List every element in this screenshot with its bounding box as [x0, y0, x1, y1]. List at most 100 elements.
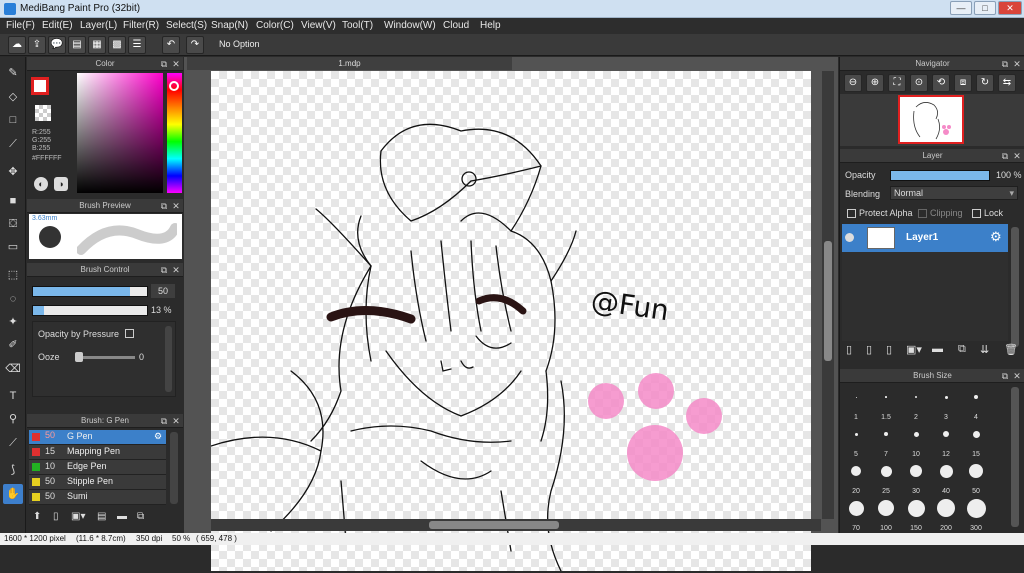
ooze-slider-handle[interactable]: [75, 352, 83, 362]
brush-list-scrollbar[interactable]: [170, 432, 178, 504]
horizontal-scrollbar[interactable]: [211, 519, 821, 531]
brush-size-cell[interactable]: 20: [842, 458, 870, 495]
maximize-button[interactable]: □: [974, 1, 996, 15]
move-tool-icon[interactable]: ✥: [3, 162, 23, 182]
panel-float-icon[interactable]: ⧉: [159, 59, 169, 69]
menu-layer[interactable]: Layer(L): [80, 20, 117, 31]
saturation-value-picker[interactable]: [77, 73, 163, 193]
text-tool-icon[interactable]: T: [3, 386, 23, 406]
folder-icon[interactable]: ▬: [117, 511, 131, 525]
close-window-button[interactable]: ✕: [998, 1, 1022, 15]
select-eraser-tool-icon[interactable]: ⌫: [3, 359, 23, 379]
brush-menu-icon[interactable]: ▣▾: [71, 511, 91, 525]
flip-icon[interactable]: ⇆: [998, 74, 1016, 92]
reset-rotate-icon[interactable]: ↻: [976, 74, 994, 92]
share-icon[interactable]: ⇪: [28, 36, 46, 54]
hue-handle[interactable]: [169, 81, 179, 91]
new-layer-icon[interactable]: ▯: [846, 343, 852, 356]
brush-size-cell[interactable]: 200: [932, 495, 960, 532]
brush-size-cell[interactable]: 70: [842, 495, 870, 532]
brush-size-cell[interactable]: 30: [902, 458, 930, 495]
brush-size-slider[interactable]: [32, 286, 148, 297]
brush-size-cell[interactable]: 100: [872, 495, 900, 532]
brush-settings-icon[interactable]: ▤: [97, 511, 111, 525]
layer-menu-icon[interactable]: ▣▾: [906, 343, 922, 356]
brush-item-g-pen[interactable]: 50 G Pen ⚙: [29, 430, 166, 445]
document-tab[interactable]: 1.mdp: [187, 57, 512, 70]
panel-close-icon[interactable]: ✕: [1012, 59, 1022, 69]
select-pen-tool-icon[interactable]: ✐: [3, 335, 23, 355]
minimize-button[interactable]: —: [950, 1, 972, 15]
palette-icon[interactable]: ◐: [34, 177, 48, 191]
dot-tool-icon[interactable]: □: [3, 110, 23, 130]
panel-close-icon[interactable]: ✕: [1012, 371, 1022, 381]
bucket-tool-icon[interactable]: ⛋: [3, 214, 23, 234]
merge-layer-icon[interactable]: ⇊: [980, 343, 989, 356]
lock-checkbox[interactable]: [972, 209, 981, 218]
ooze-slider[interactable]: [75, 356, 135, 359]
panel-close-icon[interactable]: ✕: [171, 265, 181, 275]
eye-icon[interactable]: [845, 233, 854, 242]
brush-size-cell[interactable]: 10: [902, 421, 930, 458]
layer-opacity-slider[interactable]: [890, 170, 990, 181]
operation-tool-icon[interactable]: ⚲: [3, 409, 23, 429]
grid-icon[interactable]: ▩: [108, 36, 126, 54]
comic-icon[interactable]: ▤: [68, 36, 86, 54]
menu-edit[interactable]: Edit(E): [42, 20, 73, 31]
duplicate-icon[interactable]: ⧉: [137, 511, 151, 525]
secondary-color-swatch[interactable]: [35, 105, 51, 121]
layer-row[interactable]: Layer1 ⚙: [842, 224, 1008, 252]
vertical-scrollbar[interactable]: [822, 71, 834, 519]
brush-size-cell[interactable]: 1: [842, 384, 870, 421]
brush-opacity-slider[interactable]: [32, 305, 148, 316]
panel-float-icon[interactable]: ⧉: [1000, 371, 1010, 381]
opacity-pressure-checkbox[interactable]: [125, 329, 134, 338]
redo-icon[interactable]: ↷: [186, 36, 204, 54]
menu-tool[interactable]: Tool(T): [342, 20, 373, 31]
brush-size-cell[interactable]: 1.5: [872, 384, 900, 421]
rotate-icon[interactable]: ⟲: [932, 74, 950, 92]
zoom-in-icon[interactable]: ⊕: [866, 74, 884, 92]
vertical-scrollbar-thumb[interactable]: [824, 241, 832, 361]
list-icon[interactable]: ☰: [128, 36, 146, 54]
brush-size-cell[interactable]: 150: [902, 495, 930, 532]
new-brush-icon[interactable]: ▯: [53, 511, 67, 525]
comment-icon[interactable]: 💬: [48, 36, 66, 54]
menu-snap[interactable]: Snap(N): [211, 20, 248, 31]
panel-float-icon[interactable]: ⧉: [159, 416, 169, 426]
menu-color[interactable]: Color(C): [256, 20, 294, 31]
brush-size-cell[interactable]: 15: [962, 421, 990, 458]
brush-item-stipple-pen[interactable]: 50 Stipple Pen: [29, 475, 166, 490]
menu-view[interactable]: View(V): [301, 20, 336, 31]
panel-close-icon[interactable]: ✕: [1012, 151, 1022, 161]
panel-float-icon[interactable]: ⧉: [159, 201, 169, 211]
shape-tool-icon[interactable]: ■: [3, 191, 23, 211]
settings-scrollbar[interactable]: [165, 326, 172, 392]
fill-tool-icon[interactable]: ⟋: [3, 134, 23, 154]
actual-size-icon[interactable]: ⊙: [910, 74, 928, 92]
gear-icon[interactable]: ⚙: [154, 431, 162, 442]
brush-size-cell[interactable]: 25: [872, 458, 900, 495]
blending-select[interactable]: Normal ▾: [890, 186, 1018, 200]
brush-size-cell[interactable]: 3: [932, 384, 960, 421]
divide-tool-icon[interactable]: ⟋: [3, 433, 23, 453]
drawing-canvas[interactable]: @Fun: [210, 71, 811, 572]
layer-folder-icon[interactable]: ▬: [932, 343, 943, 355]
panel-float-icon[interactable]: ⧉: [1000, 59, 1010, 69]
select-rect-tool-icon[interactable]: ⬚: [3, 265, 23, 285]
gradient-tool-icon[interactable]: ▭: [3, 237, 23, 257]
brush-item-mapping-pen[interactable]: 15 Mapping Pen: [29, 445, 166, 460]
page-icon[interactable]: ▦: [88, 36, 106, 54]
brush-size-cell[interactable]: 2: [902, 384, 930, 421]
panel-float-icon[interactable]: ⧉: [159, 265, 169, 275]
eraser-tool-icon[interactable]: ◇: [3, 87, 23, 107]
magic-wand-tool-icon[interactable]: ✦: [3, 312, 23, 332]
primary-color-swatch[interactable]: [31, 77, 49, 95]
layer-list-scrollbar[interactable]: [1011, 227, 1019, 347]
brush-tool-icon[interactable]: ✎: [3, 63, 23, 83]
brush-item-edge-pen[interactable]: 10 Edge Pen: [29, 460, 166, 475]
brush-size-cell[interactable]: 7: [872, 421, 900, 458]
brush-size-cell[interactable]: 5: [842, 421, 870, 458]
panel-close-icon[interactable]: ✕: [171, 416, 181, 426]
gear-icon[interactable]: ⚙: [990, 229, 1002, 245]
